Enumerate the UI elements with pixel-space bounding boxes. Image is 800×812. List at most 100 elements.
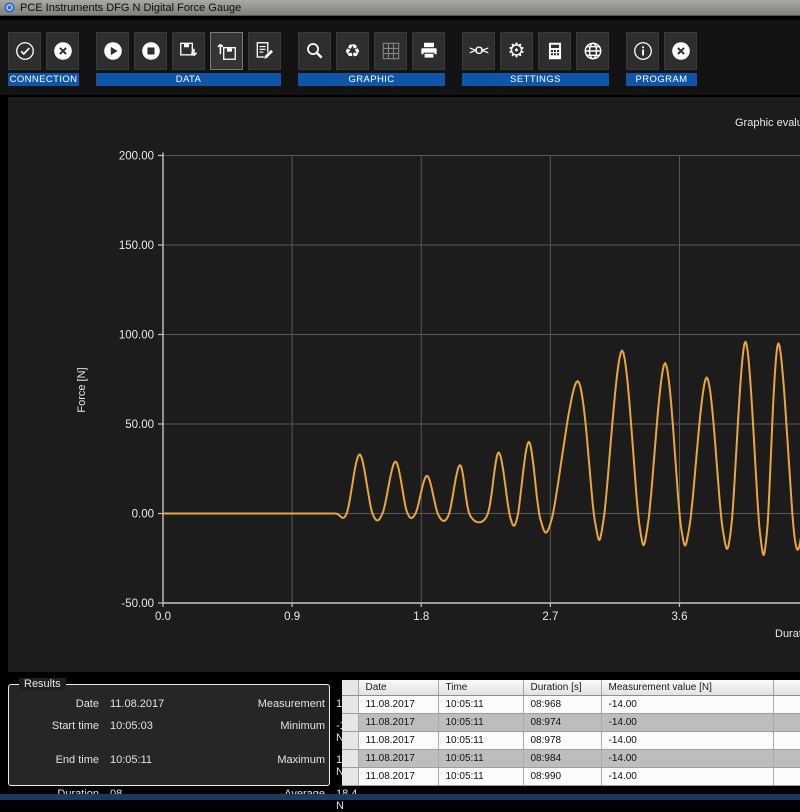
- table-cell: 08:974: [523, 713, 601, 731]
- y-tick-label: 0.00: [132, 509, 154, 521]
- globe-icon: [582, 40, 604, 62]
- table-cell: 08:984: [523, 749, 601, 767]
- toolbar-group-label: GRAPHIC: [298, 73, 445, 86]
- table-cell: 10:05:11: [438, 749, 523, 767]
- stop-icon: [140, 40, 162, 62]
- refresh-button[interactable]: ♻: [336, 32, 369, 70]
- play-icon: [102, 40, 124, 62]
- calculator-button[interactable]: [538, 32, 571, 70]
- result-value-duration: 08: [99, 788, 217, 812]
- y-tick-label: 200.00: [119, 151, 154, 163]
- table-cell: [342, 767, 358, 785]
- play-button[interactable]: [96, 32, 129, 70]
- toolbar-group-settings: >O< ⚙ SETTINGS: [462, 32, 609, 86]
- globe-button[interactable]: [576, 32, 609, 70]
- table-cell: 11.08.2017: [358, 731, 438, 749]
- column-header-duration-s[interactable]: Duration [s]: [523, 680, 601, 695]
- y-axis-title: Force [N]: [76, 367, 88, 412]
- x-tick-label: 2.7: [542, 611, 558, 623]
- zero-adjust-button[interactable]: >O<: [462, 32, 495, 70]
- toolbar-group-label: CONNECTION: [8, 73, 79, 86]
- y-tick-label: 100.00: [119, 330, 154, 342]
- table-cell: [773, 749, 800, 767]
- result-value-date: 11.08.2017: [99, 698, 217, 710]
- toolbar-group-connection: CONNECTION: [8, 32, 79, 86]
- table-cell: 11.08.2017: [358, 749, 438, 767]
- column-header: [773, 680, 800, 695]
- force-chart: 200.00150.00100.0050.000.00-50.000.00.91…: [8, 97, 800, 672]
- column-header-time[interactable]: Time: [438, 680, 523, 695]
- calculator-icon: [544, 40, 566, 62]
- gear-button[interactable]: ⚙: [500, 32, 533, 70]
- x-axis-title: Duration [s]: [775, 628, 800, 640]
- result-label-duration: Duration: [9, 788, 99, 812]
- toolbar-group-label: DATA: [96, 73, 281, 86]
- connect-check-icon: [14, 40, 36, 62]
- x-tick-label: 0.0: [155, 611, 171, 623]
- zoom-icon: [304, 40, 326, 62]
- table-cell: 10:05:11: [438, 695, 523, 713]
- disconnect-x-button[interactable]: [46, 32, 79, 70]
- table-cell: [773, 695, 800, 713]
- table-cell: -14.00: [601, 731, 773, 749]
- table-row[interactable]: 11.08.201710:05:1108:978-14.00: [342, 731, 800, 749]
- result-value-start-time: 10:05:03: [99, 720, 217, 744]
- table-cell: 08:990: [523, 767, 601, 785]
- grid-icon: [380, 40, 402, 62]
- connect-check-button[interactable]: [8, 32, 41, 70]
- result-label-end-time: End time: [9, 754, 99, 778]
- zero-adjust-icon: >O<: [469, 45, 487, 57]
- table-cell: [342, 713, 358, 731]
- save-icon: [178, 40, 200, 62]
- chart-title: Graphic evaluation: [735, 117, 800, 129]
- results-panel-title: Results: [19, 678, 66, 690]
- column-header-measurement-value-n[interactable]: Measurement value [N]: [601, 680, 773, 695]
- report-edit-button[interactable]: [248, 32, 281, 70]
- exit-button[interactable]: [664, 32, 697, 70]
- table-cell: -14.00: [601, 695, 773, 713]
- table-cell: 10:05:11: [438, 731, 523, 749]
- print-button[interactable]: [412, 32, 445, 70]
- zoom-button[interactable]: [298, 32, 331, 70]
- chart-panel: 200.00150.00100.0050.000.00-50.000.00.91…: [8, 97, 800, 672]
- table-cell: [773, 731, 800, 749]
- toolbar-group-label: SETTINGS: [462, 73, 609, 86]
- table-row[interactable]: 11.08.201710:05:1108:968-14.00: [342, 695, 800, 713]
- table-row[interactable]: 11.08.201710:05:1108:984-14.00: [342, 749, 800, 767]
- result-label-measurement: Measurement: [217, 698, 325, 710]
- window-title: PCE Instruments DFG N Digital Force Gaug…: [20, 2, 241, 14]
- table-cell: 08:968: [523, 695, 601, 713]
- table-cell: 11.08.2017: [358, 695, 438, 713]
- table-cell: 11.08.2017: [358, 767, 438, 785]
- info-icon: [632, 40, 654, 62]
- table-row[interactable]: 11.08.201710:05:1108:974-14.00: [342, 713, 800, 731]
- refresh-icon: ♻: [344, 42, 360, 60]
- table-cell: 10:05:11: [438, 767, 523, 785]
- table-cell: 11.08.2017: [358, 713, 438, 731]
- info-button[interactable]: [626, 32, 659, 70]
- disconnect-x-icon: [52, 40, 74, 62]
- grid-button[interactable]: [374, 32, 407, 70]
- column-header-date[interactable]: Date: [358, 680, 438, 695]
- table-cell: [773, 767, 800, 785]
- stop-button[interactable]: [134, 32, 167, 70]
- result-label-start-time: Start time: [9, 720, 99, 744]
- exit-icon: [670, 40, 692, 62]
- column-header: [342, 680, 358, 695]
- load-button[interactable]: [210, 32, 243, 70]
- x-tick-label: 1.8: [413, 611, 429, 623]
- toolbar: CONNECTION DATA ♻ GRAPHIC >O< ⚙ SETTINGS PROGRA…: [0, 20, 800, 95]
- table-cell: 10:05:11: [438, 713, 523, 731]
- toolbar-group-data: DATA: [96, 32, 281, 86]
- y-tick-label: -50.00: [121, 598, 154, 610]
- toolbar-group-program: PROGRAM: [626, 32, 697, 86]
- table-cell: -14.00: [601, 767, 773, 785]
- result-label-maximum: Maximum: [217, 754, 325, 778]
- toolbar-group-label: PROGRAM: [626, 73, 697, 86]
- x-tick-label: 3.6: [671, 611, 687, 623]
- result-value-end-time: 10:05:11: [99, 754, 217, 778]
- table-cell: [342, 695, 358, 713]
- table-cell: 08:978: [523, 731, 601, 749]
- table-row[interactable]: 11.08.201710:05:1108:990-14.00: [342, 767, 800, 785]
- save-button[interactable]: [172, 32, 205, 70]
